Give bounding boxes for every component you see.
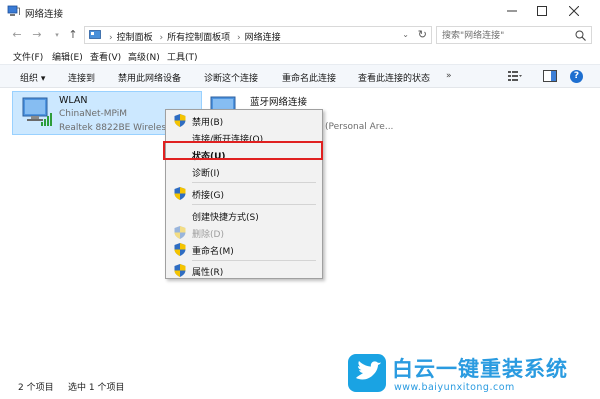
menu-item-label: 创建快捷方式(S) — [192, 213, 259, 223]
menu-item-bridge[interactable]: 桥接(G) — [166, 185, 322, 202]
command-bar: 组织 ▾ 连接到 禁用此网络设备 诊断这个连接 重命名此连接 查看此连接的状态 … — [0, 64, 600, 88]
watermark-title: 白云一键重装系统 — [392, 357, 568, 381]
menu-item-diagnose[interactable]: 诊断(I) — [166, 163, 322, 180]
back-button[interactable]: ← — [10, 27, 24, 43]
breadcrumb-item[interactable]: 控制面板 — [117, 33, 153, 43]
rename-button[interactable]: 重命名此连接 — [282, 71, 336, 84]
breadcrumb-separator: › — [109, 33, 113, 43]
menu-edit[interactable]: 编辑(E) — [52, 50, 83, 63]
minimize-icon — [507, 10, 517, 12]
menu-item-properties[interactable]: 属性(R) — [166, 262, 322, 279]
menu-item-create-shortcut[interactable]: 创建快捷方式(S) — [166, 207, 322, 224]
menu-item-label: 属性(R) — [192, 268, 224, 278]
connection-name: WLAN — [59, 95, 88, 106]
title-bar: 网络连接 — [0, 0, 600, 24]
menu-item-label: 诊断(I) — [192, 169, 220, 179]
selected-count: 选中 1 个项目 — [68, 383, 125, 393]
refresh-button[interactable]: ↻ — [418, 28, 427, 42]
menu-tools[interactable]: 工具(T) — [167, 50, 198, 63]
change-view-icon[interactable] — [508, 70, 522, 82]
address-row: ← → ▾ ↑ › 控制面板 › 所有控制面板项 › 网络连接 ⌄ ↻ — [0, 24, 600, 46]
bird-icon — [356, 361, 381, 380]
watermark: 白云一键重装系统 www.baiyunxitong.com — [348, 352, 598, 396]
menu-file[interactable]: 文件(F) — [13, 50, 43, 63]
search-box[interactable] — [436, 26, 592, 44]
connection-adapter: Realtek 8822BE Wireless — [59, 123, 171, 133]
search-input[interactable] — [442, 29, 570, 42]
menu-separator — [192, 182, 316, 183]
organize-button[interactable]: 组织 ▾ — [20, 71, 45, 84]
maximize-icon — [537, 6, 547, 16]
maximize-button[interactable] — [528, 0, 556, 22]
uac-shield-icon — [174, 243, 186, 256]
breadcrumb-item[interactable]: 所有控制面板项 — [167, 33, 230, 43]
connection-adapter: (Personal Are... — [325, 122, 394, 132]
up-button[interactable]: ↑ — [66, 27, 80, 43]
view-status-button[interactable]: 查看此连接的状态 — [358, 71, 430, 84]
close-button[interactable] — [560, 0, 588, 22]
menu-separator — [192, 260, 316, 261]
diagnose-button[interactable]: 诊断这个连接 — [204, 71, 258, 84]
highlight-box — [163, 141, 323, 160]
disable-device-button[interactable]: 禁用此网络设备 — [118, 71, 181, 84]
preview-pane-icon[interactable] — [543, 70, 557, 82]
breadcrumb-separator: › — [159, 33, 164, 43]
more-commands-button[interactable]: » — [446, 71, 452, 81]
menu-item-delete[interactable]: 删除(D) — [166, 224, 322, 241]
breadcrumb-item[interactable]: 网络连接 — [245, 33, 281, 43]
window-title: 网络连接 — [25, 9, 64, 20]
uac-shield-icon — [174, 226, 186, 239]
organize-label: 组织 — [20, 74, 39, 84]
menu-item-label: 禁用(B) — [192, 118, 224, 128]
recent-locations-button[interactable]: ▾ — [50, 27, 64, 43]
forward-button[interactable]: → — [30, 27, 44, 43]
address-bar[interactable]: › 控制面板 › 所有控制面板项 › 网络连接 ⌄ ↻ — [84, 26, 432, 44]
help-icon[interactable]: ? — [570, 70, 583, 83]
minimize-button[interactable] — [498, 0, 526, 22]
item-count: 2 个项目 — [18, 383, 54, 393]
menu-item-disable[interactable]: 禁用(B) — [166, 112, 322, 129]
network-connections-icon — [7, 5, 20, 16]
menu-view[interactable]: 查看(V) — [90, 50, 121, 63]
menu-bar: 文件(F) 编辑(E) 查看(V) 高级(N) 工具(T) — [0, 46, 600, 64]
uac-shield-icon — [174, 264, 186, 277]
connection-name: 蓝牙网络连接 — [250, 97, 308, 108]
breadcrumb: › 控制面板 › 所有控制面板项 › 网络连接 — [105, 30, 281, 43]
menu-item-label: 桥接(G) — [192, 191, 224, 201]
search-icon[interactable] — [575, 30, 586, 41]
uac-shield-icon — [174, 114, 186, 127]
context-menu: 禁用(B) 连接/断开连接(O) 状态(U) 诊断(I) 桥接(G) 创建快捷方… — [165, 109, 323, 279]
menu-item-label: 重命名(M) — [192, 247, 234, 257]
uac-shield-icon — [174, 187, 186, 200]
watermark-url: www.baiyunxitong.com — [394, 382, 515, 393]
menu-advanced[interactable]: 高级(N) — [128, 50, 160, 63]
bird-logo-icon — [348, 354, 386, 392]
control-panel-icon — [89, 30, 101, 39]
breadcrumb-separator: › — [237, 33, 241, 43]
chevron-down-icon: ▾ — [40, 74, 46, 84]
connect-to-button[interactable]: 连接到 — [68, 71, 95, 84]
address-dropdown-button[interactable]: ⌄ — [402, 28, 409, 42]
connection-network: ChinaNet-MPiM — [59, 109, 128, 119]
menu-item-rename[interactable]: 重命名(M) — [166, 241, 322, 258]
menu-separator — [192, 204, 316, 205]
menu-item-label: 删除(D) — [192, 230, 224, 240]
wifi-adapter-icon — [22, 97, 52, 126]
close-icon — [569, 6, 579, 16]
